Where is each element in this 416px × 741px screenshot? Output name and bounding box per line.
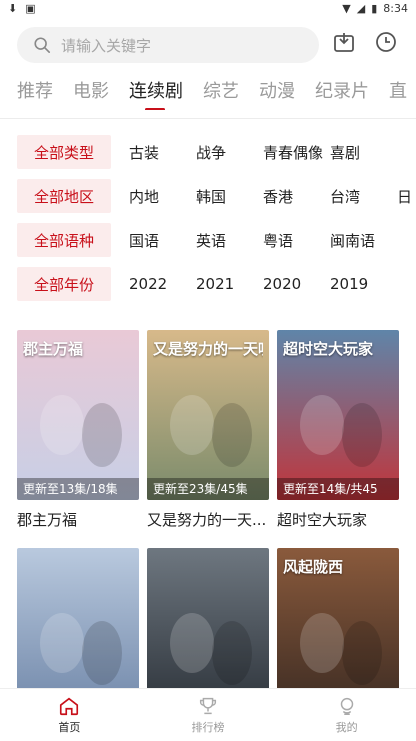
tab-0[interactable]: 推荐	[17, 80, 53, 110]
nav-item-2[interactable]: 我的	[277, 689, 416, 741]
filter-selected[interactable]: 全部语种	[17, 223, 111, 257]
show-poster[interactable]: 郡主万福更新至13集/18集	[17, 330, 139, 500]
profile-icon	[340, 697, 353, 715]
notification-icon: ▣	[25, 2, 36, 15]
update-badge: 更新至23集/45集	[147, 478, 269, 500]
filter-row: 全部年份 2022 2021 2020 2019	[17, 267, 416, 301]
show-title[interactable]: 超时空大玩家	[277, 509, 399, 530]
update-badge: 更新至13集/18集	[17, 478, 139, 500]
poster-art-text: 又是努力的一天呢	[153, 340, 263, 358]
filter-row: 全部语种 国语 英语 粤语 闽南语	[17, 223, 416, 257]
tab-4[interactable]: 动漫	[259, 80, 295, 110]
show-grid: 郡主万福 更新至13集/18集 郡主万福 又是努力的一天呢 更新至23集/45集 又是努力…	[17, 330, 399, 718]
show-card[interactable]: 郡主万福 更新至13集/18集 郡主万福	[17, 330, 139, 530]
show-title[interactable]: 又是努力的一天...	[147, 509, 269, 530]
filter-option[interactable]: 闽南语	[312, 230, 379, 251]
nav-item-1[interactable]: 排行榜	[139, 689, 278, 741]
filter-option[interactable]: 内地	[111, 186, 178, 207]
home-icon	[60, 697, 79, 716]
category-tabs: 推荐 电影 连续剧 综艺 动漫 纪录片直	[17, 80, 416, 110]
filter-option[interactable]: 青春偶像	[245, 142, 323, 163]
tab-5[interactable]: 纪录片	[315, 80, 369, 110]
download-icon: ⬇	[8, 2, 18, 15]
filter-selected[interactable]: 全部年份	[17, 267, 111, 301]
signal-icon: ◢	[356, 2, 366, 15]
filter-option[interactable]: 韩国	[178, 186, 245, 207]
tab-2[interactable]: 连续剧	[129, 80, 183, 110]
history-button[interactable]	[374, 30, 398, 54]
filter-option[interactable]: 战争	[178, 142, 245, 163]
divider	[0, 118, 416, 119]
wifi-icon: ▼	[342, 2, 351, 15]
filter-option[interactable]: 香港	[245, 186, 312, 207]
search-icon	[34, 37, 51, 54]
battery-icon: ▮	[371, 2, 378, 15]
filter-option[interactable]: 国语	[111, 230, 178, 251]
download-button[interactable]	[332, 30, 356, 54]
update-badge: 更新至14集/共45	[277, 478, 399, 500]
nav-label: 首页	[58, 721, 81, 734]
filter-selected[interactable]: 全部地区	[17, 179, 111, 213]
filter-row: 全部类型 古装 战争 青春偶像 喜剧	[17, 135, 416, 169]
status-time: 8:34	[383, 2, 408, 15]
poster-art-text: 风起陇西	[283, 558, 344, 576]
filter-row: 全部地区 内地 韩国 香港 台湾日	[17, 179, 416, 213]
filter-option[interactable]: 2021	[178, 275, 245, 293]
filter-option[interactable]: 英语	[178, 230, 245, 251]
bottom-nav: 首页 排行榜 我的	[0, 688, 416, 741]
poster-art-text: 郡主万福	[23, 340, 84, 358]
trophy-icon	[199, 697, 217, 715]
show-card[interactable]: 超时空大玩家 更新至14集/共45 超时空大玩家	[277, 330, 399, 530]
show-poster[interactable]: 又是努力的一天呢更新至23集/45集	[147, 330, 269, 500]
filter-option[interactable]: 台湾	[312, 186, 379, 207]
nav-item-0[interactable]: 首页	[0, 689, 139, 741]
search-placeholder: 请输入关键字	[61, 36, 152, 55]
nav-label: 排行榜	[191, 721, 225, 734]
filter-option[interactable]: 2020	[245, 275, 312, 293]
tab-6[interactable]: 直	[389, 80, 407, 110]
search-input[interactable]: 请输入关键字	[17, 27, 319, 63]
show-title[interactable]: 郡主万福	[17, 509, 139, 530]
tab-3[interactable]: 综艺	[203, 80, 239, 110]
tab-1[interactable]: 电影	[73, 80, 109, 110]
poster-art-text: 超时空大玩家	[283, 340, 374, 358]
filter-option[interactable]: 2019	[312, 275, 379, 293]
filter-option[interactable]: 喜剧	[312, 142, 379, 163]
show-card[interactable]: 又是努力的一天呢更新至23集/45集 又是努力的一天...	[147, 330, 269, 530]
filter-option[interactable]: 2022	[111, 275, 178, 293]
filter-option[interactable]: 粤语	[245, 230, 312, 251]
filter-panel: 全部类型 古装 战争 青春偶像 喜剧 全部地区 内地 韩国 香港 台湾日全部语种 国语 英语 粤语 闽南语…	[17, 135, 416, 311]
status-bar: ⬇ ▣ ▼ ◢ ▮ 8:34	[0, 0, 416, 18]
filter-selected[interactable]: 全部类型	[17, 135, 111, 169]
filter-option[interactable]: 古装	[111, 142, 178, 163]
filter-option[interactable]: 日	[379, 186, 416, 207]
nav-label: 我的	[335, 721, 358, 734]
show-poster[interactable]: 超时空大玩家更新至14集/共45	[277, 330, 399, 500]
